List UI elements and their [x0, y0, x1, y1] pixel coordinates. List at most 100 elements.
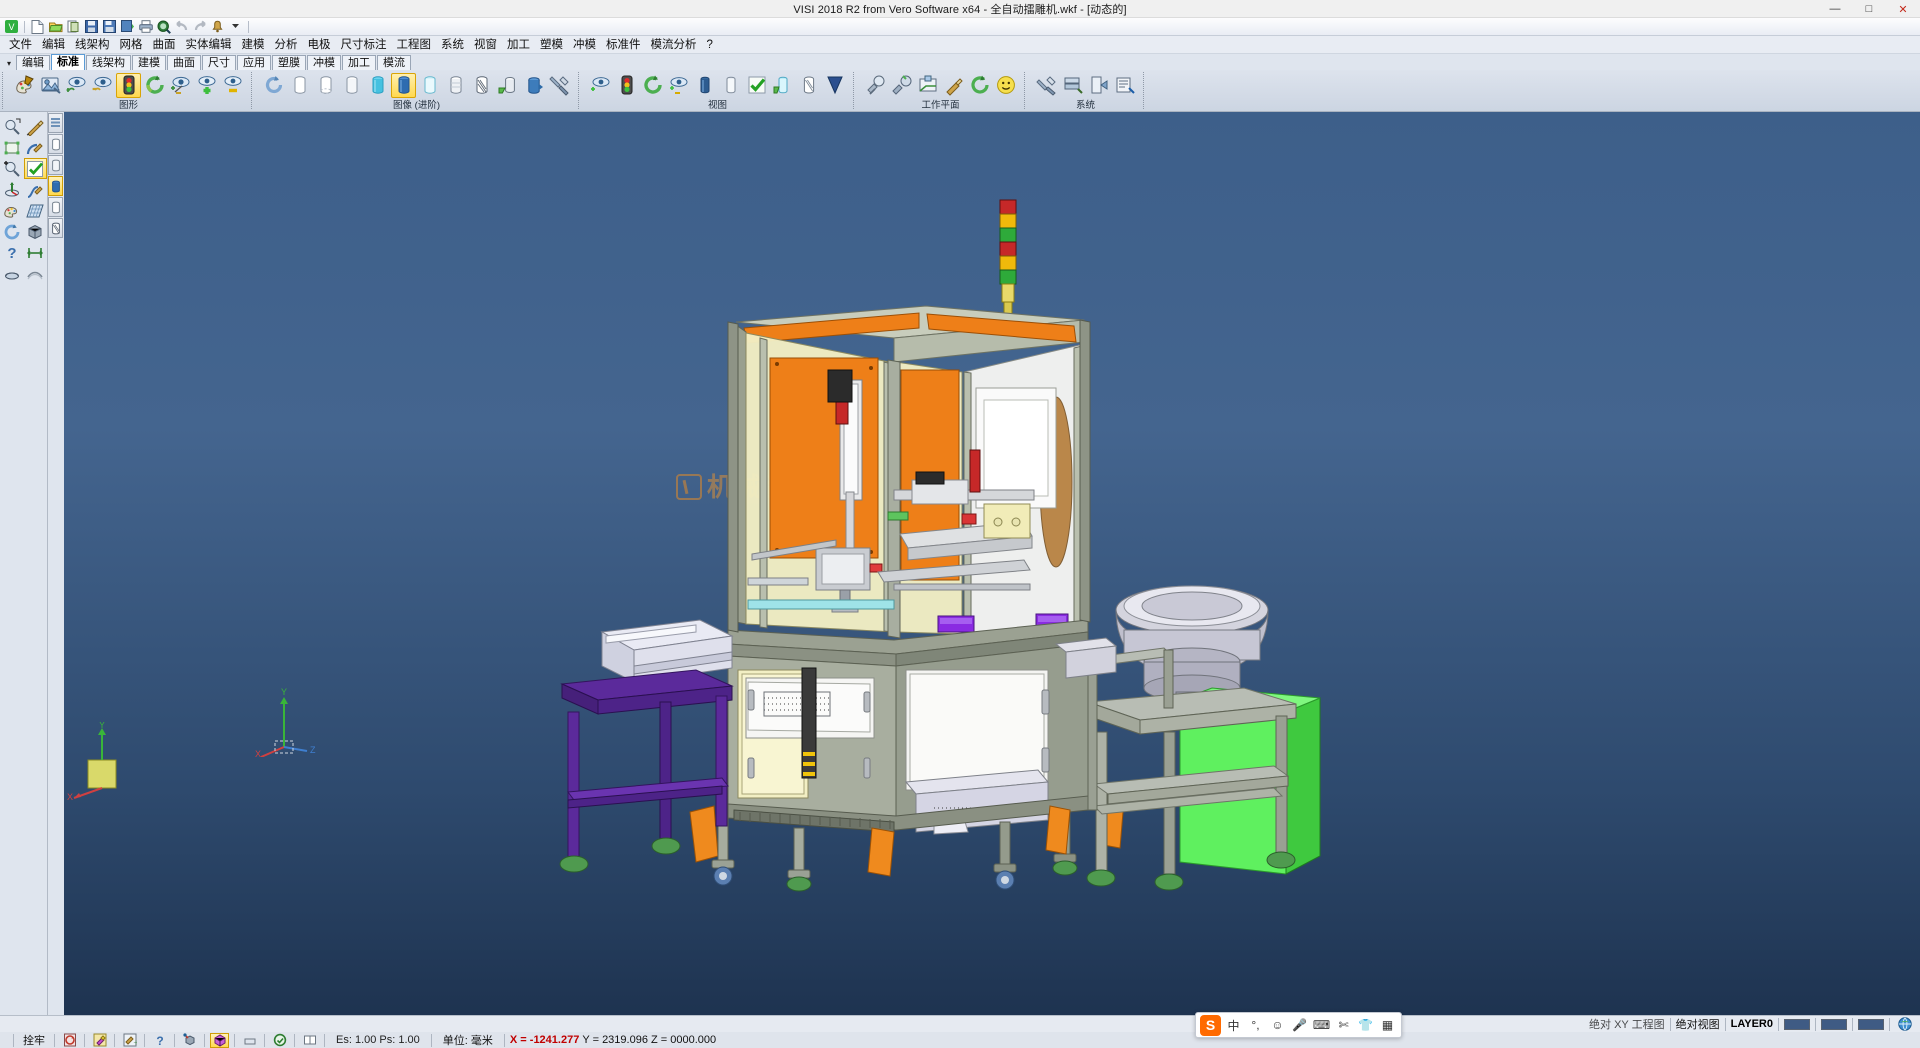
panel-cylinder4-icon[interactable] — [48, 197, 63, 217]
system-config-icon[interactable] — [1034, 73, 1059, 98]
cad-viewport[interactable]: 机械资源社 — [64, 112, 1920, 1015]
color-chip-2[interactable] — [1821, 1019, 1847, 1030]
dynamic-rotate-icon[interactable] — [1, 179, 24, 200]
system-macro-icon[interactable] — [1112, 73, 1137, 98]
ime-punctuation-mode[interactable]: °, — [1246, 1016, 1265, 1035]
tab-application[interactable]: 应用 — [237, 55, 271, 70]
menu-item-15[interactable]: 冲模 — [568, 36, 601, 54]
minimize-button[interactable]: — — [1818, 0, 1852, 18]
tab-standard[interactable]: 标准 — [51, 54, 85, 70]
layer-label[interactable]: LAYER0 — [1731, 1018, 1773, 1030]
hide-entities-icon[interactable] — [90, 73, 115, 98]
solid-cube-icon[interactable] — [24, 221, 47, 242]
hidden-line-dashed-icon[interactable] — [313, 73, 338, 98]
surface-icon[interactable] — [24, 263, 47, 284]
undo-icon[interactable] — [173, 19, 190, 35]
add-visible-icon[interactable] — [194, 73, 219, 98]
snap-point-icon[interactable]: ＋ — [120, 1033, 139, 1048]
ime-chinese-mode[interactable]: 中 — [1224, 1016, 1243, 1035]
measure-distance-icon[interactable] — [24, 242, 47, 263]
shade-transparent-icon[interactable] — [365, 73, 390, 98]
snap-label[interactable]: 拴牢 — [19, 1032, 49, 1048]
workplane-move-icon[interactable] — [889, 73, 914, 98]
traffic-light-visibility-icon[interactable] — [116, 73, 141, 98]
wireframe-icon[interactable] — [1, 263, 24, 284]
ime-voice-icon[interactable]: 🎤 — [1290, 1016, 1309, 1035]
view-traffic-icon[interactable] — [614, 73, 639, 98]
grid-plane-icon[interactable] — [24, 200, 47, 221]
menu-item-17[interactable]: 模流分析 — [646, 36, 702, 54]
menu-item-14[interactable]: 塑模 — [535, 36, 568, 54]
qat-dropdown-icon[interactable] — [227, 19, 244, 35]
snap-circle-icon[interactable] — [270, 1033, 289, 1048]
menu-item-0[interactable]: 文件 — [4, 36, 37, 54]
panel-cylinder3-icon[interactable] — [48, 176, 63, 196]
workplane-smiley-icon[interactable] — [993, 73, 1018, 98]
ime-skin-icon[interactable]: 👕 — [1356, 1016, 1375, 1035]
snap-magnet-icon[interactable] — [90, 1033, 109, 1048]
export-icon[interactable] — [119, 19, 136, 35]
refresh-view-icon[interactable] — [142, 73, 167, 98]
draw-arc-icon[interactable] — [24, 137, 47, 158]
ime-keyboard-icon[interactable]: ⌨ — [1312, 1016, 1331, 1035]
workplane-select-icon[interactable] — [863, 73, 888, 98]
maximize-button[interactable]: □ — [1852, 0, 1886, 18]
view-mode-label[interactable]: 绝对视图 — [1676, 1016, 1720, 1032]
help-query-icon[interactable]: ? — [1, 242, 24, 263]
render-view-icon[interactable] — [38, 73, 63, 98]
print-icon[interactable] — [137, 19, 154, 35]
sogou-logo-icon[interactable]: S — [1200, 1015, 1221, 1036]
exploded-view-icon[interactable] — [521, 73, 546, 98]
tab-dimension[interactable]: 尺寸 — [202, 55, 236, 70]
zoom-in-icon[interactable] — [1, 158, 24, 179]
menu-item-3[interactable]: 网格 — [115, 36, 148, 54]
shade-solid-icon[interactable] — [391, 73, 416, 98]
show-entities-icon[interactable] — [64, 73, 89, 98]
bell-icon[interactable] — [209, 19, 226, 35]
menu-item-9[interactable]: 尺寸标注 — [336, 36, 392, 54]
menu-item-10[interactable]: 工程图 — [392, 36, 437, 54]
regen-icon[interactable] — [1, 221, 24, 242]
snap-grid-icon[interactable] — [60, 1033, 79, 1048]
zoom-fit-icon[interactable] — [1, 137, 24, 158]
shade-light-icon[interactable] — [417, 73, 442, 98]
menu-item-18[interactable]: ? — [702, 36, 718, 54]
menu-item-13[interactable]: 加工 — [502, 36, 535, 54]
regenerate-icon[interactable] — [261, 73, 286, 98]
view-show-icon[interactable] — [588, 73, 613, 98]
menu-item-5[interactable]: 实体编辑 — [181, 36, 237, 54]
ime-panel-icon[interactable]: ▦ — [1378, 1016, 1397, 1035]
snap-rect-icon[interactable] — [300, 1033, 319, 1048]
panel-mesh-icon[interactable] — [48, 218, 63, 238]
view-refresh-icon[interactable] — [640, 73, 665, 98]
chevron-down-icon[interactable]: ▾ — [2, 56, 16, 70]
panel-cylinder2-icon[interactable] — [48, 155, 63, 175]
ime-tools-icon[interactable]: ✄ — [1334, 1016, 1353, 1035]
draw-line-icon[interactable] — [24, 116, 47, 137]
tab-flow[interactable]: 模流 — [377, 55, 411, 70]
section-view-icon[interactable] — [469, 73, 494, 98]
ime-emoji-icon[interactable]: ☺ — [1268, 1016, 1287, 1035]
snap-cube-icon[interactable] — [180, 1033, 199, 1048]
menu-item-1[interactable]: 编辑 — [37, 36, 70, 54]
open-folder-icon[interactable] — [47, 19, 64, 35]
menu-item-16[interactable]: 标准件 — [601, 36, 646, 54]
redo-icon[interactable] — [191, 19, 208, 35]
workplane-pick-icon[interactable] — [941, 73, 966, 98]
view-toggle-icon[interactable] — [666, 73, 691, 98]
panel-layers-icon[interactable] — [48, 113, 63, 133]
wireframe-shade-icon[interactable] — [339, 73, 364, 98]
toggle-visibility-icon[interactable] — [168, 73, 193, 98]
workplane-rotate-icon[interactable] — [967, 73, 992, 98]
snap-flat-icon[interactable] — [240, 1033, 259, 1048]
snap-box-icon[interactable] — [210, 1033, 229, 1048]
color-chip-1[interactable] — [1784, 1019, 1810, 1030]
save-icon[interactable] — [83, 19, 100, 35]
menu-item-4[interactable]: 曲面 — [148, 36, 181, 54]
color-icon[interactable] — [1, 200, 24, 221]
zoom-window-icon[interactable] — [1, 116, 24, 137]
dynamic-section-icon[interactable] — [495, 73, 520, 98]
menu-item-12[interactable]: 视窗 — [469, 36, 502, 54]
tab-press[interactable]: 冲模 — [307, 55, 341, 70]
hidden-line-icon[interactable] — [287, 73, 312, 98]
